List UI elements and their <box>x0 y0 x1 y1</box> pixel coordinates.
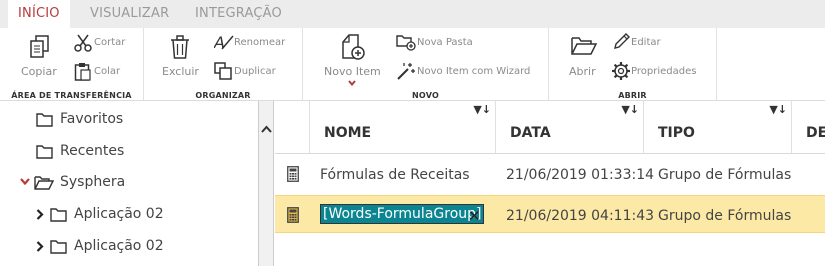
table-row[interactable]: Fórmulas de Receitas 21/06/2019 01:33:14… <box>275 155 825 193</box>
cancel-rename-icon[interactable]: ✕ <box>468 207 481 225</box>
chevron-down-icon[interactable] <box>348 80 356 86</box>
properties-button[interactable]: Propriedades <box>631 66 696 77</box>
filter-sort-icon[interactable]: ▼↓ <box>769 103 787 116</box>
delete-button[interactable]: Excluir <box>162 65 199 78</box>
tree-item-label: Sysphera <box>60 174 126 190</box>
tree-item-label: Aplicação 02 <box>74 206 164 222</box>
group-novo: Novo Item Nova Pasta Novo Item com Wizar… <box>303 28 549 101</box>
open-folder-icon <box>34 175 54 190</box>
cell-tipo: Grupo de Fórmulas <box>658 208 792 224</box>
folder-icon <box>50 239 67 254</box>
new-item-button[interactable]: Novo Item <box>324 65 381 78</box>
filter-sort-icon[interactable]: ▼↓ <box>473 103 491 116</box>
folder-icon <box>36 112 53 127</box>
scroll-up-icon[interactable] <box>261 119 272 133</box>
formula-group-icon <box>287 207 299 223</box>
chevron-right-icon[interactable] <box>36 209 44 220</box>
new-folder-icon[interactable] <box>396 33 416 51</box>
column-label: TIPO <box>658 125 695 141</box>
pencil-icon[interactable] <box>612 33 630 51</box>
duplicate-icon[interactable] <box>214 62 232 80</box>
tab-integracao[interactable]: INTEGRAÇÃO <box>195 6 282 21</box>
group-clipboard: Copiar Cortar Colar ÁREA DE TRANSFERÊNCI… <box>0 28 144 101</box>
column-header-descricao[interactable]: DES <box>792 101 825 154</box>
column-header-tipo[interactable]: TIPO ▼↓ <box>644 101 792 154</box>
copy-button[interactable]: Copiar <box>21 65 57 78</box>
column-header-data[interactable]: DATA ▼↓ <box>496 101 644 154</box>
tree-item-label: Favoritos <box>60 111 124 127</box>
new-folder-button[interactable]: Nova Pasta <box>417 37 473 48</box>
paste-icon[interactable] <box>74 62 92 81</box>
cell-data: 21/06/2019 01:33:14 <box>506 167 655 183</box>
copy-icon[interactable] <box>29 35 51 59</box>
trash-icon[interactable] <box>170 35 190 59</box>
tab-inicio[interactable]: INÍCIO <box>8 0 70 29</box>
column-label: NOME <box>324 125 372 141</box>
tree-item-label: Aplicação 02 <box>74 238 164 254</box>
wizard-wand-icon[interactable] <box>396 62 416 80</box>
folder-tree: Favoritos Recentes Sysphera Aplicação 02 <box>0 101 259 266</box>
group-label-abrir: ABRIR <box>618 91 647 100</box>
edit-button[interactable]: Editar <box>631 37 661 48</box>
rename-input[interactable]: [Words-FormulaGroup] <box>320 204 485 224</box>
group-label-clipboard: ÁREA DE TRANSFERÊNCIA <box>11 91 132 100</box>
new-item-wizard-button[interactable]: Novo Item com Wizard <box>417 66 530 77</box>
folder-icon <box>36 144 53 159</box>
tree-scrollbar[interactable] <box>259 101 274 266</box>
column-label: DES <box>806 125 825 141</box>
scissors-icon[interactable] <box>74 34 92 52</box>
group-abrir: Abrir Editar Propriedades ABRIR <box>549 28 717 101</box>
ribbon-tab-bar: INÍCIO VISUALIZAR INTEGRAÇÃO <box>0 0 825 29</box>
cell-nome: Fórmulas de Receitas <box>320 167 470 183</box>
gear-icon[interactable] <box>611 61 631 81</box>
cell-tipo: Grupo de Fórmulas <box>658 167 792 183</box>
tree-item-label: Recentes <box>60 143 125 159</box>
column-label: DATA <box>510 125 551 141</box>
column-header-icon <box>275 101 310 154</box>
group-label-novo: NOVO <box>412 91 439 100</box>
rename-button[interactable]: Renomear <box>234 37 285 48</box>
open-folder-icon[interactable] <box>571 36 597 56</box>
cut-button[interactable]: Cortar <box>94 37 125 48</box>
rename-icon[interactable]: A <box>214 33 234 51</box>
group-label-organizar: ORGANIZAR <box>195 91 251 100</box>
items-grid: NOME ▼↓ DATA ▼↓ TIPO ▼↓ DES Fórmulas de … <box>275 101 825 266</box>
chevron-right-icon[interactable] <box>36 241 44 252</box>
tab-visualizar[interactable]: VISUALIZAR <box>90 6 169 21</box>
chevron-down-icon[interactable] <box>20 178 30 186</box>
folder-icon <box>50 207 67 222</box>
new-item-icon[interactable] <box>341 34 365 60</box>
ribbon: Copiar Cortar Colar ÁREA DE TRANSFERÊNCI… <box>0 28 825 101</box>
group-organizar: Excluir A Renomear Duplicar ORGANIZAR <box>144 28 303 101</box>
cell-data: 21/06/2019 04:11:43 <box>506 208 655 224</box>
column-header-nome[interactable]: NOME ▼↓ <box>310 101 496 154</box>
open-button[interactable]: Abrir <box>569 65 596 78</box>
paste-button[interactable]: Colar <box>94 66 120 77</box>
formula-group-icon <box>287 166 299 182</box>
filter-sort-icon[interactable]: ▼↓ <box>621 103 639 116</box>
duplicate-button[interactable]: Duplicar <box>234 66 276 77</box>
table-row-selected[interactable]: [Words-FormulaGroup] ✕ 21/06/2019 04:11:… <box>275 195 825 233</box>
